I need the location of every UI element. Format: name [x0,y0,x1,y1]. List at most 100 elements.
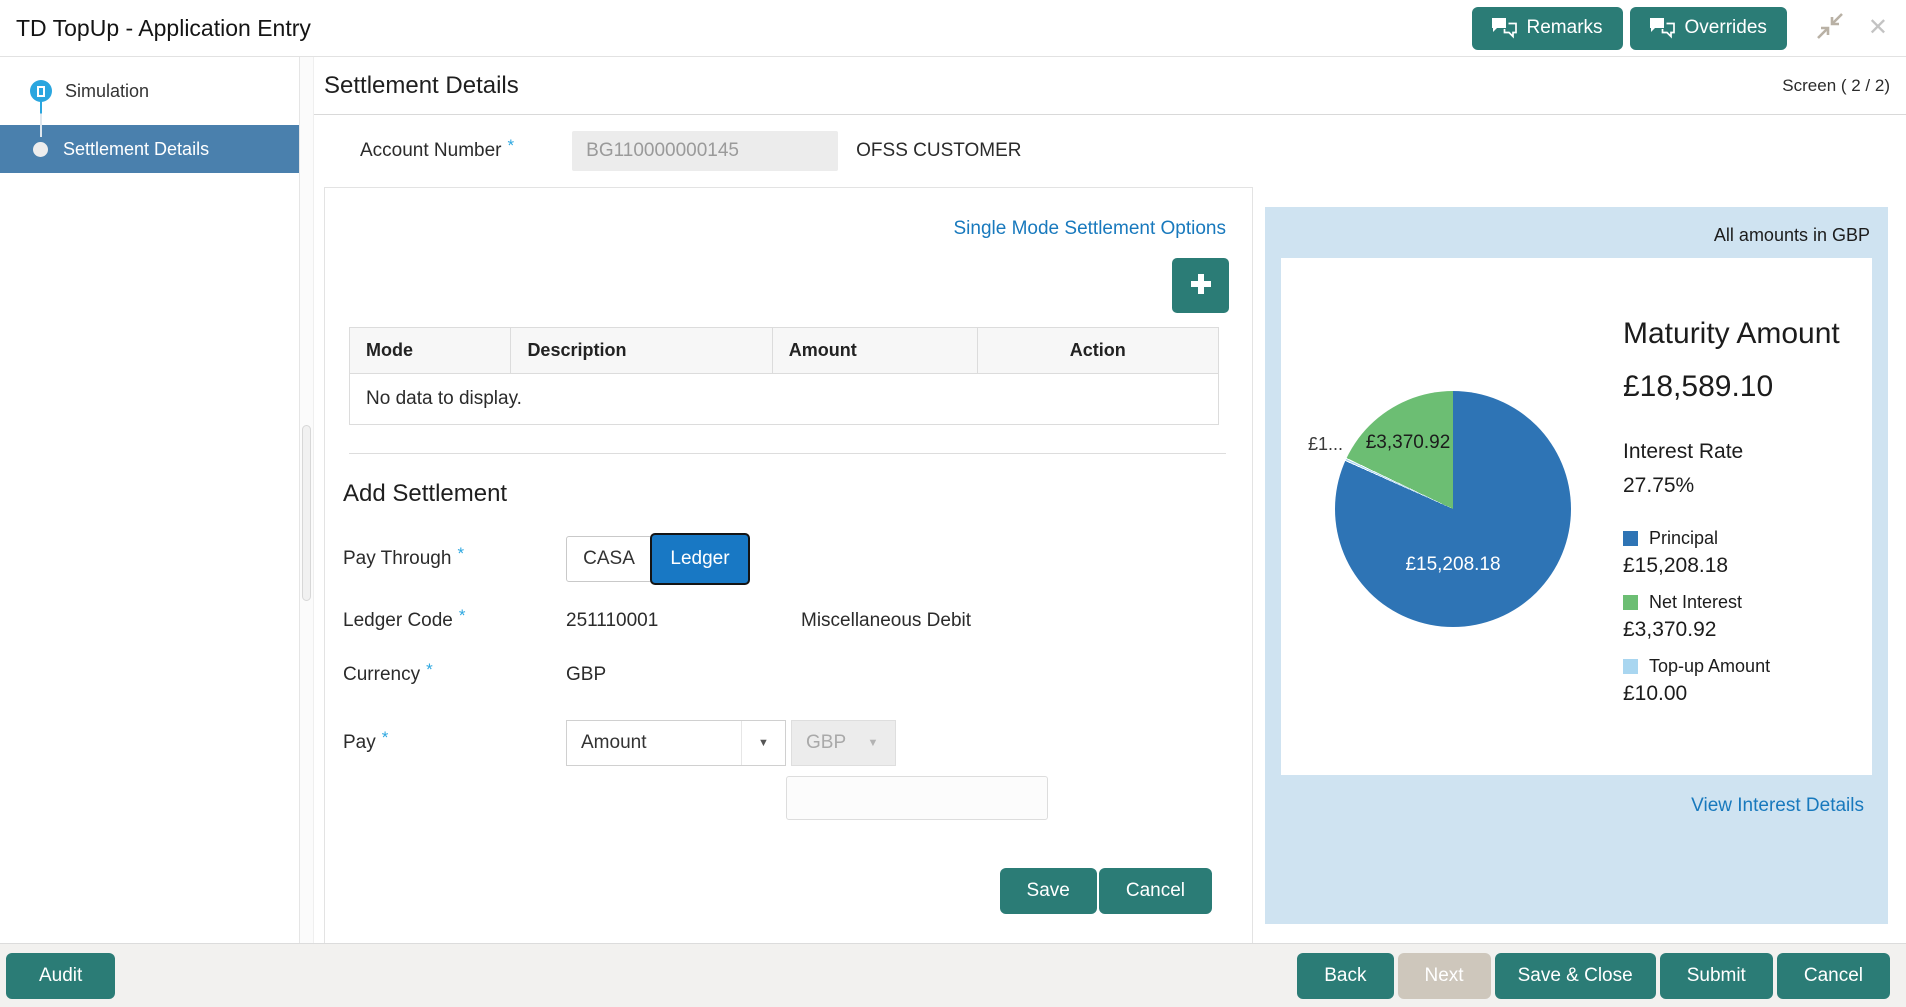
stepper-connector-line [40,101,42,137]
single-mode-settlement-options-link[interactable]: Single Mode Settlement Options [954,218,1227,239]
ledger-code-value: 251110001 [566,610,659,631]
pie-legend: Principal £15,208.18 Net Interest £3,370… [1623,528,1852,706]
add-settlement-title: Add Settlement [343,480,508,507]
view-interest-details-link[interactable]: View Interest Details [1691,795,1864,816]
footer-bar: Audit Back Next Save & Close Submit Canc… [0,943,1906,1007]
account-number-field[interactable] [572,131,839,171]
interest-rate-value: 27.75% [1623,473,1695,497]
pay-currency-value: GBP [806,732,847,753]
account-number-row: Account Number * OFSS CUSTOMER [314,115,1906,187]
legend-item-principal: Principal [1623,528,1852,549]
main-content: Settlement Details Screen ( 2 / 2) Accou… [314,57,1906,943]
currency-value: GBP [566,664,607,685]
pay-through-row: Pay Through * CASA Ledger [343,532,1252,586]
required-marker: * [458,606,466,625]
ledger-code-description: Miscellaneous Debit [801,610,972,631]
overrides-button[interactable]: Overrides [1629,6,1787,50]
back-button[interactable]: Back [1297,952,1394,999]
column-header-mode: Mode [350,328,512,373]
casa-toggle-button[interactable]: CASA [566,536,652,582]
pie-label-topup: £1... [1308,434,1344,454]
pay-through-label: Pay Through * [343,544,465,569]
vertical-scrollbar-thumb[interactable] [302,425,311,601]
maturity-amount-label: Maturity Amount [1623,317,1840,350]
screen-indicator: Screen ( 2 / 2) [1782,75,1890,95]
pay-type-select[interactable]: Amount ▼ [566,720,786,766]
maturity-summary-card: £15,208.18 £3,370.92 £1... Maturity Amou… [1281,258,1872,775]
add-settlement-mode-button[interactable] [1172,258,1229,313]
cancel-button[interactable]: Cancel [1776,952,1890,999]
pay-currency-select[interactable]: GBP ▼ [791,720,896,766]
amounts-note: All amounts in GBP [1713,225,1870,245]
required-marker: * [457,544,465,563]
submit-button[interactable]: Submit [1659,952,1773,999]
chevron-down-icon: ▼ [741,721,785,765]
sidebar: Simulation Settlement Details [0,57,300,943]
pay-row: Pay * Amount ▼ GBP ▼ [343,720,1252,766]
legend-value-topup: £10.00 [1623,681,1688,705]
collapse-icon[interactable] [1816,12,1843,44]
pay-type-value: Amount [581,732,647,753]
table-header-row: Mode Description Amount Action [349,327,1219,374]
legend-swatch-topup [1623,658,1638,674]
ledger-code-row: Ledger Code * 251110001 Miscellaneous Deb… [343,606,1252,632]
cancel-form-button[interactable]: Cancel [1098,868,1212,914]
table-empty-message: No data to display. [349,374,1219,425]
legend-swatch-principal [1623,530,1638,546]
settlement-step-dot-icon [33,141,48,157]
legend-label: Top-up Amount [1649,655,1771,676]
legend-value-principal: £15,208.18 [1623,553,1729,577]
pay-label: Pay * [343,728,389,753]
remarks-button[interactable]: Remarks [1471,6,1623,50]
ledger-toggle-button[interactable]: Ledger [650,533,750,585]
pay-amount-input[interactable] [786,776,1048,820]
legend-value-net-interest: £3,370.92 [1623,617,1717,641]
maturity-summary-panel: All amounts in GBP £15,208.18 £3,370.92 … [1265,207,1888,924]
top-bar: TD TopUp - Application Entry Remarks Ove… [0,0,1906,57]
required-marker: * [507,136,515,155]
maturity-details: Maturity Amount £18,589.10 Interest Rate… [1623,278,1852,755]
vertical-scrollbar [300,57,314,943]
application-window: TD TopUp - Application Entry Remarks Ove… [0,0,1906,1007]
section-divider [349,453,1226,454]
legend-label: Principal [1649,527,1719,548]
customer-name: OFSS CUSTOMER [856,140,1022,161]
interest-rate-label: Interest Rate [1623,439,1744,463]
save-button[interactable]: Save [999,868,1097,914]
settlement-options-row: Single Mode Settlement Options [325,188,1252,240]
currency-label: Currency * [343,660,433,685]
ledger-code-label: Ledger Code * [343,606,466,631]
plus-icon [1187,270,1215,301]
audit-button[interactable]: Audit [6,952,116,999]
pie-chart: £15,208.18 £3,370.92 £1... [1308,391,1571,627]
settlement-modes-table: Mode Description Amount Action No data t… [349,327,1219,425]
sidebar-item-simulation[interactable]: Simulation [0,71,299,111]
sidebar-item-settlement-details[interactable]: Settlement Details [0,125,299,173]
pie-label-net-interest: £3,370.92 [1365,432,1451,453]
account-number-label: Account Number [360,140,502,161]
add-row [325,240,1252,325]
body-columns: Single Mode Settlement Options Mode Desc… [314,187,1906,943]
overrides-icon [1649,17,1675,39]
column-header-action: Action [1069,340,1126,360]
pie-chart-area: £15,208.18 £3,370.92 £1... [1301,278,1623,755]
save-and-close-button[interactable]: Save & Close [1494,952,1656,999]
legend-item-topup: Top-up Amount [1623,656,1852,677]
top-bar-actions: Remarks Overrides ✕ [1465,6,1888,50]
next-button[interactable]: Next [1397,952,1491,999]
app-title: TD TopUp - Application Entry [16,14,311,41]
column-header-description: Description [511,328,773,373]
view-interest-row: View Interest Details [1281,795,1864,817]
form-actions: Save Cancel [325,868,1252,914]
page-title: Settlement Details [324,71,519,99]
content-header: Settlement Details Screen ( 2 / 2) [314,57,1906,115]
close-icon[interactable]: ✕ [1868,16,1888,40]
required-marker: * [426,660,433,679]
footer-actions: Back Next Save & Close Submit Cancel [1297,952,1890,999]
workspace: Simulation Settlement Details Settlement… [0,57,1906,943]
column-header-amount: Amount [773,328,978,373]
remarks-label: Remarks [1526,17,1603,38]
legend-swatch-net-interest [1623,594,1638,610]
maturity-amount-value: £18,589.10 [1623,369,1774,403]
sidebar-item-label: Simulation [65,80,150,101]
